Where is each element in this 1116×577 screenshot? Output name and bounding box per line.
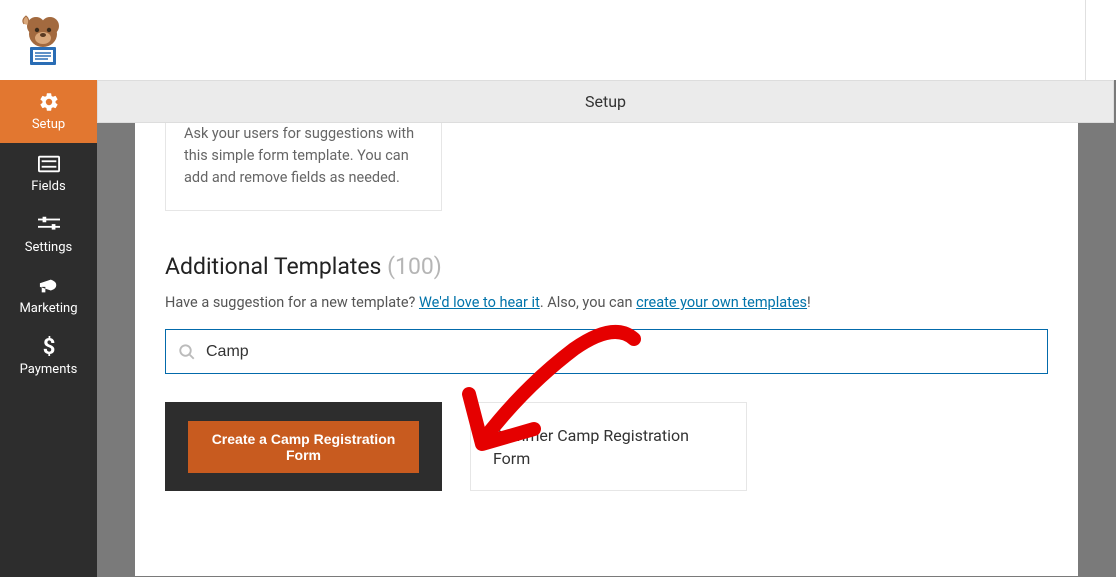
bullhorn-icon — [38, 275, 60, 297]
suggestion-link[interactable]: We'd love to hear it — [419, 294, 540, 311]
template-card-description: Ask your users for suggestions with this… — [184, 123, 423, 188]
sidebar: Setup Fields Settings Marketing $ Paymen… — [0, 80, 97, 577]
sliders-icon — [38, 214, 60, 236]
create-own-link[interactable]: create your own templates — [636, 294, 807, 311]
sidebar-item-label: Setup — [32, 117, 65, 132]
template-result-item[interactable]: Summer Camp Registration Form — [470, 402, 747, 491]
template-result-label: Summer Camp Registration Form — [493, 424, 724, 470]
gear-icon — [38, 91, 60, 113]
sidebar-item-label: Settings — [25, 240, 72, 255]
wpforms-logo — [18, 12, 68, 67]
list-icon — [38, 153, 60, 175]
sidebar-item-setup[interactable]: Setup — [0, 80, 97, 143]
template-search-input[interactable] — [206, 343, 1035, 361]
divider — [1085, 0, 1086, 80]
section-title: Additional Templates (100) — [165, 253, 1048, 280]
create-form-button[interactable]: Create a Camp Registration Form — [188, 421, 419, 473]
sidebar-item-payments[interactable]: $ Payments — [0, 326, 97, 387]
sidebar-item-label: Fields — [31, 179, 65, 194]
template-card[interactable]: Ask your users for suggestions with this… — [165, 122, 442, 211]
search-icon — [178, 343, 196, 361]
search-box[interactable] — [165, 329, 1048, 374]
sidebar-item-fields[interactable]: Fields — [0, 143, 97, 204]
template-count: (100) — [387, 253, 442, 280]
sidebar-item-label: Marketing — [19, 301, 77, 316]
svg-text:$: $ — [42, 336, 55, 358]
sidebar-item-settings[interactable]: Settings — [0, 204, 97, 265]
header-title: Setup — [585, 92, 626, 111]
section-subtext: Have a suggestion for a new template? We… — [165, 294, 1048, 311]
header-bar: Setup — [97, 80, 1114, 123]
dollar-icon: $ — [42, 336, 56, 358]
sidebar-item-label: Payments — [20, 362, 78, 377]
template-result-create[interactable]: Create a Camp Registration Form — [165, 402, 442, 491]
sidebar-item-marketing[interactable]: Marketing — [0, 265, 97, 326]
